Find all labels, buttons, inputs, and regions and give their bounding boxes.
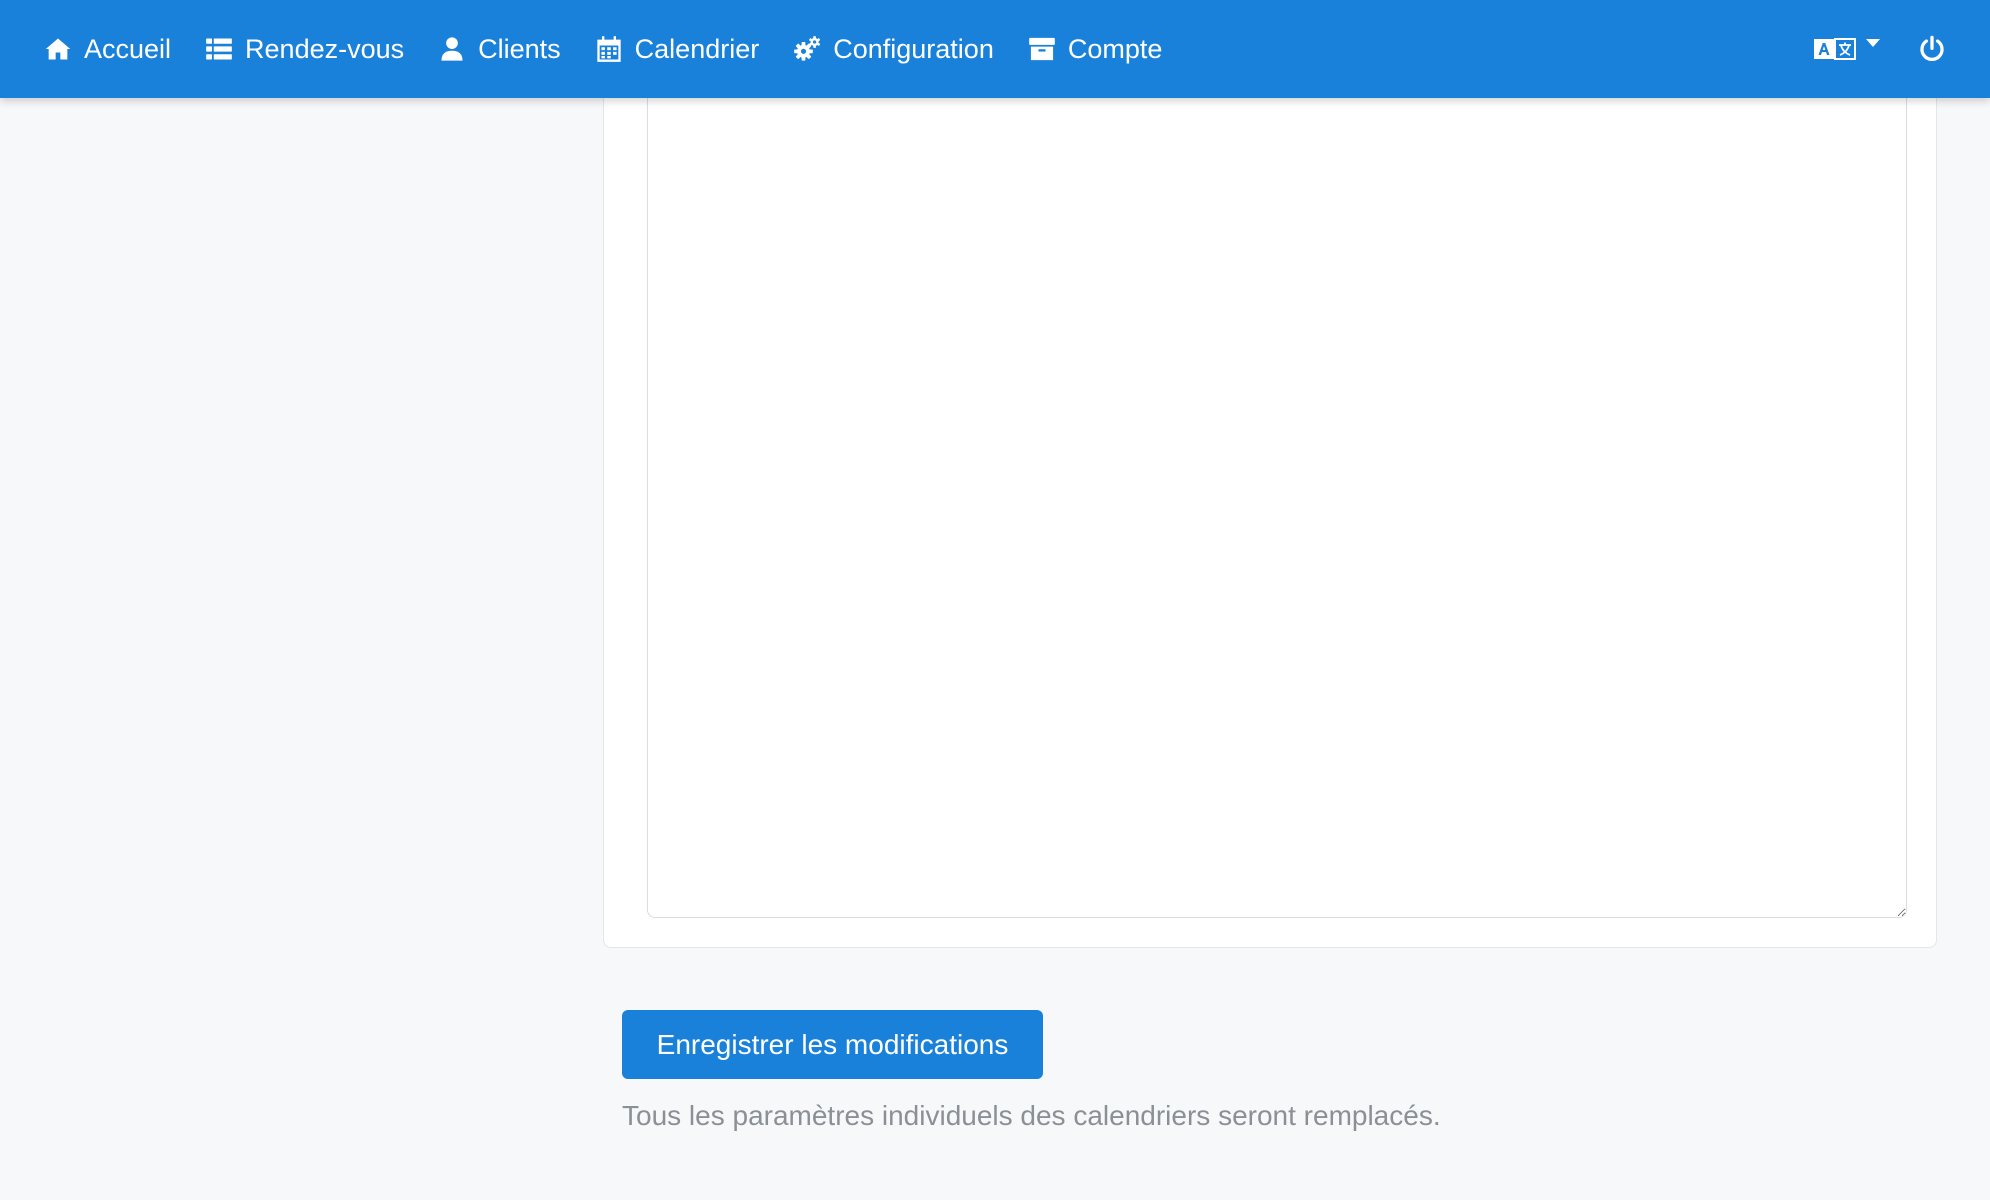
nav-item-label: Configuration xyxy=(833,33,994,64)
save-changes-button[interactable]: Enregistrer les modifications xyxy=(622,1010,1043,1079)
list-icon xyxy=(206,38,232,60)
content-textarea[interactable] xyxy=(647,61,1907,918)
calendar-icon xyxy=(597,36,621,62)
nav-item-configuration[interactable]: Configuration xyxy=(793,34,994,65)
home-icon xyxy=(45,38,71,60)
help-text: Tous les paramètres individuels des cale… xyxy=(622,1100,1441,1131)
archive-icon xyxy=(1029,37,1055,61)
logout-button[interactable] xyxy=(1918,35,1946,63)
user-icon xyxy=(441,37,463,61)
nav-item-label: Calendrier xyxy=(634,33,760,64)
nav-item-calendrier[interactable]: Calendrier xyxy=(595,33,760,65)
nav-menu: Accueil Rendez-vous Clients Calendrier C… xyxy=(44,0,1196,98)
nav-item-label: Clients xyxy=(478,33,561,64)
nav-item-accueil[interactable]: Accueil xyxy=(44,34,171,65)
chevron-down-icon xyxy=(1866,39,1880,47)
language-icon xyxy=(1814,38,1856,60)
nav-item-clients[interactable]: Clients xyxy=(438,34,561,65)
nav-item-rendez-vous[interactable]: Rendez-vous xyxy=(205,34,404,65)
nav-item-label: Accueil xyxy=(84,33,172,64)
settings-card xyxy=(603,60,1937,948)
language-dropdown-toggle[interactable] xyxy=(1814,37,1880,61)
nav-item-label: Rendez-vous xyxy=(245,33,405,64)
power-icon xyxy=(1920,35,1944,62)
nav-right xyxy=(1814,0,1946,98)
top-navbar: Accueil Rendez-vous Clients Calendrier C… xyxy=(0,0,1990,98)
nav-item-compte[interactable]: Compte xyxy=(1028,33,1163,65)
cogs-icon xyxy=(794,36,821,61)
nav-item-label: Compte xyxy=(1067,33,1163,64)
